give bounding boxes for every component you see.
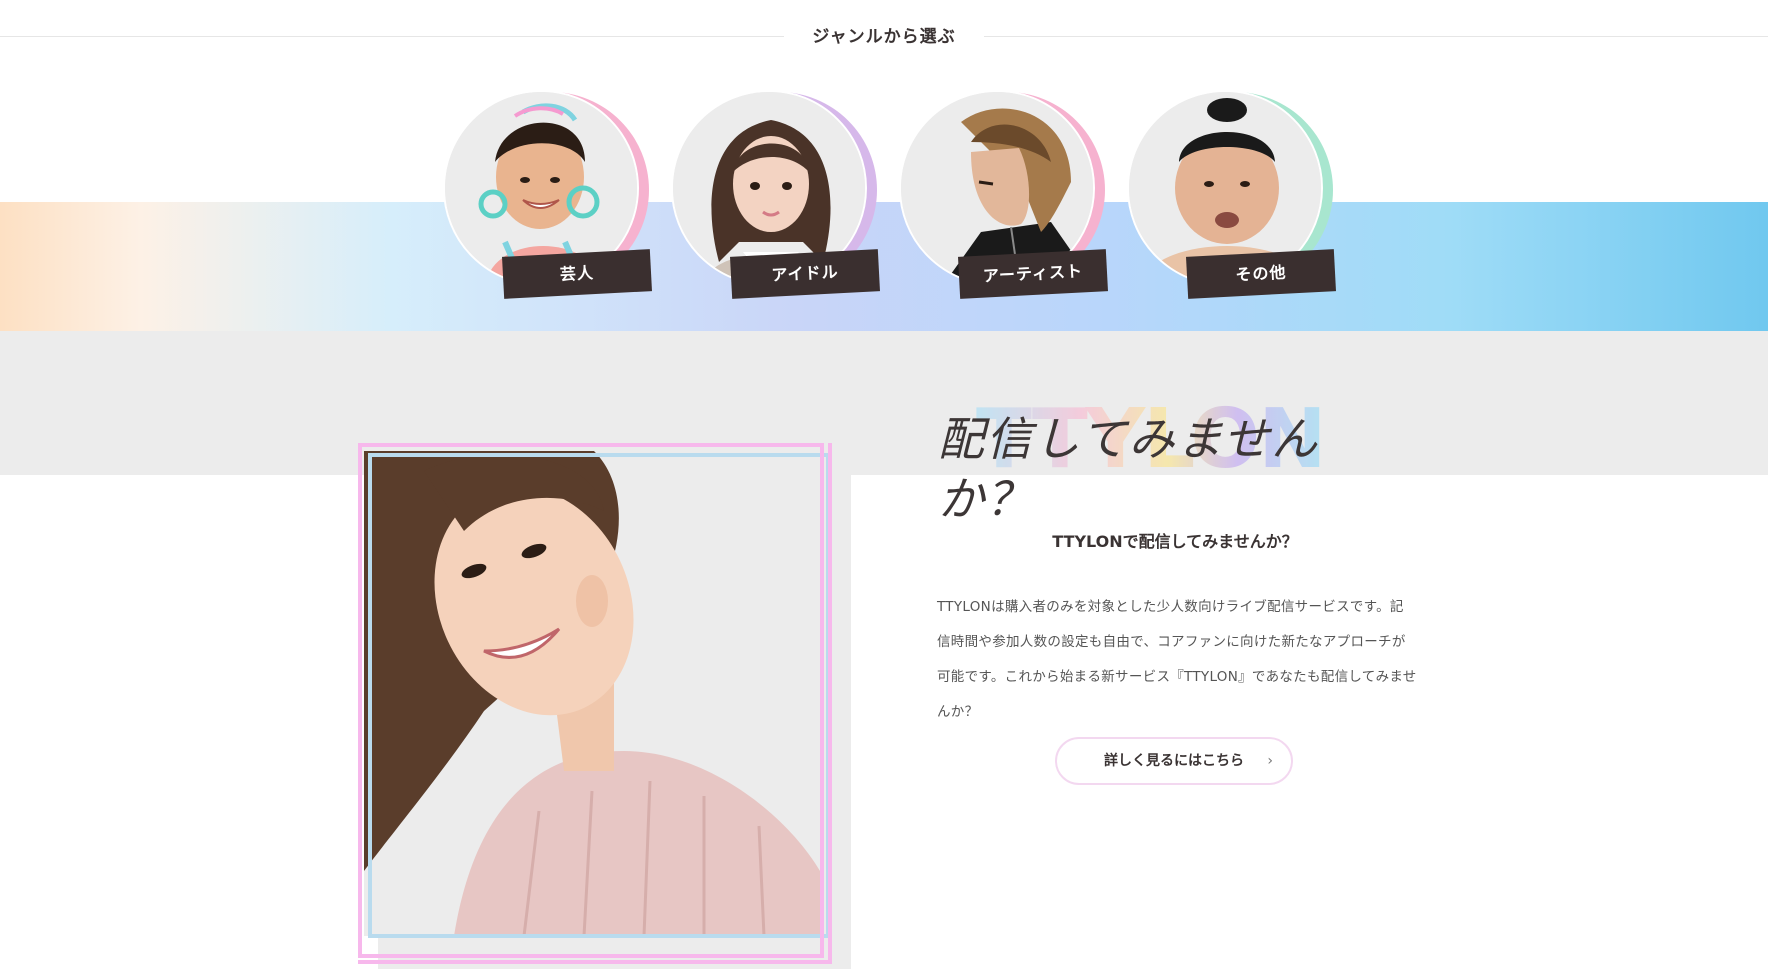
see-more-button[interactable]: 詳しく見るにはこちら › <box>1055 737 1293 785</box>
promo-grey-band <box>0 331 1768 475</box>
promo-subtitle: TTYLONで配信してみませんか？ <box>1052 532 1298 551</box>
frame-accent-pink-offset <box>358 443 832 964</box>
promo-description: TTYLONは購入者のみを対象とした少人数向けライブ配信サービスです。記信時間や… <box>937 599 1417 720</box>
genre-section-heading: ジャンルから選ぶ <box>784 22 984 52</box>
promo-tagline: 配信してみませんか？ <box>938 412 1320 526</box>
promo-photo-frame <box>358 443 853 969</box>
genre-label: 芸人 <box>502 249 652 299</box>
genre-label: アイドル <box>730 249 880 299</box>
see-more-label: 詳しく見るにはこちら <box>1104 753 1244 769</box>
chevron-right-icon: › <box>1267 753 1273 769</box>
genre-card-idol[interactable]: アイドル <box>671 90 881 310</box>
genre-label: その他 <box>1186 249 1336 299</box>
genre-card-artist[interactable]: アーティスト <box>899 90 1109 310</box>
promo-logo: TTYLON 配信してみませんか？ <box>938 395 1408 527</box>
genre-label: アーティスト <box>958 249 1108 299</box>
genre-card-other[interactable]: その他 <box>1127 90 1337 310</box>
genre-card-comedian[interactable]: 芸人 <box>443 90 653 310</box>
genre-gradient-band <box>0 202 1768 331</box>
